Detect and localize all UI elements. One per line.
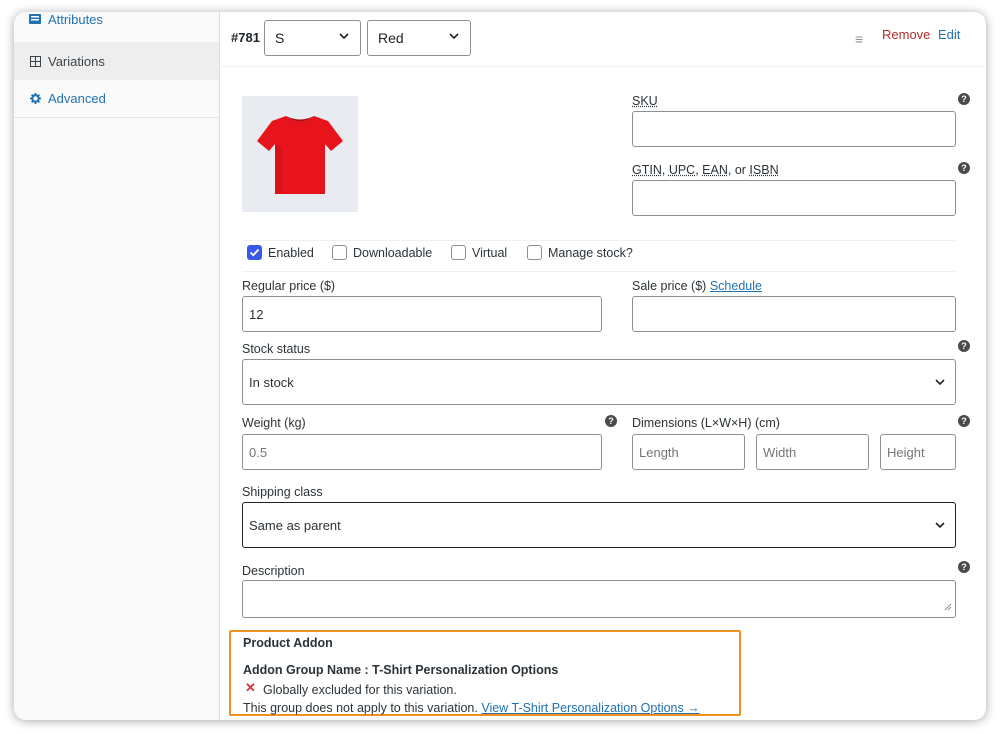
drag-handle-icon[interactable]: ≡ — [855, 31, 863, 47]
virtual-checkbox[interactable]: Virtual — [451, 245, 507, 260]
regular-price-input[interactable]: 12 — [242, 296, 602, 332]
variation-image[interactable] — [242, 96, 358, 212]
manage-stock-label: Manage stock? — [548, 245, 633, 260]
manage-stock-checkbox[interactable]: Manage stock? — [527, 245, 633, 260]
width-input[interactable]: Width — [756, 434, 869, 470]
weight-input[interactable]: 0.5 — [242, 434, 602, 470]
grid-icon — [28, 55, 42, 67]
addon-not-apply: This group does not apply to this variat… — [243, 701, 700, 715]
chevron-down-icon — [934, 519, 946, 531]
addon-group-name: Addon Group Name : T-Shirt Personalizati… — [243, 663, 559, 677]
size-select-value: S — [275, 30, 285, 46]
tab-advanced-label: Advanced — [48, 91, 106, 106]
stock-status-value: In stock — [249, 374, 294, 390]
shipping-class-label: Shipping class — [242, 485, 323, 499]
height-placeholder: Height — [887, 444, 925, 460]
addon-title: Product Addon — [243, 636, 333, 650]
color-select[interactable]: Red — [367, 20, 471, 56]
product-data-panel: Attributes Variations Advanced #781 S Re… — [14, 12, 986, 720]
view-addon-group-link[interactable]: View T-Shirt Personalization Options → — [481, 701, 699, 715]
divider — [242, 240, 955, 241]
edit-variation-link[interactable]: Edit — [938, 27, 960, 42]
variation-editor: #781 S Red ≡ Remove Edit SKU ? GTIN, UPC… — [219, 12, 986, 720]
width-placeholder: Width — [763, 444, 797, 460]
sku-label: SKU — [632, 94, 658, 108]
length-input[interactable]: Length — [632, 434, 745, 470]
checkbox-checked[interactable] — [247, 245, 262, 260]
size-select[interactable]: S — [264, 20, 361, 56]
addon-excluded-text: Globally excluded for this variation. — [263, 683, 457, 697]
sku-input[interactable] — [632, 111, 956, 147]
weight-label: Weight (kg) — [242, 416, 306, 430]
help-icon[interactable]: ? — [958, 162, 970, 174]
sale-price-label: Sale price ($) Schedule — [632, 279, 762, 293]
checkbox-unchecked[interactable] — [451, 245, 466, 260]
gear-icon — [28, 93, 42, 104]
color-select-value: Red — [378, 30, 404, 46]
downloadable-checkbox[interactable]: Downloadable — [332, 245, 432, 260]
chevron-down-icon — [934, 376, 946, 388]
virtual-label: Virtual — [472, 245, 508, 260]
help-icon[interactable]: ? — [958, 340, 970, 352]
weight-placeholder: 0.5 — [249, 444, 268, 460]
gtin-label: GTIN, UPC, EAN, or ISBN — [632, 163, 779, 177]
sale-price-input[interactable] — [632, 296, 956, 332]
shipping-class-value: Same as parent — [249, 517, 341, 533]
tab-advanced[interactable]: Advanced — [14, 80, 219, 118]
checkbox-unchecked[interactable] — [332, 245, 347, 260]
divider — [242, 271, 955, 272]
variation-id: #781 — [231, 30, 260, 45]
length-placeholder: Length — [639, 444, 679, 460]
variation-header: #781 S Red ≡ Remove Edit — [219, 12, 986, 67]
regular-price-value: 12 — [249, 306, 264, 322]
height-input[interactable]: Height — [880, 434, 956, 470]
tab-attributes[interactable]: Attributes — [14, 12, 219, 32]
shipping-class-select[interactable]: Same as parent — [242, 502, 956, 548]
description-label: Description — [242, 564, 305, 578]
regular-price-label: Regular price ($) — [242, 279, 336, 293]
tab-variations-label: Variations — [48, 53, 105, 69]
stock-status-select[interactable]: In stock — [242, 359, 956, 405]
resize-handle-icon[interactable] — [944, 599, 952, 614]
enabled-label: Enabled — [268, 245, 314, 260]
error-icon: ✕ — [245, 680, 256, 695]
schedule-link[interactable]: Schedule — [710, 279, 762, 293]
gtin-input[interactable] — [632, 180, 956, 216]
help-icon[interactable]: ? — [958, 561, 970, 573]
help-icon[interactable]: ? — [958, 415, 970, 427]
stock-status-label: Stock status — [242, 342, 311, 356]
chevron-down-icon — [448, 30, 460, 42]
dimensions-label: Dimensions (L×W×H) (cm) — [632, 416, 780, 430]
remove-variation-link[interactable]: Remove — [882, 27, 930, 42]
chevron-down-icon — [338, 30, 350, 42]
description-textarea[interactable] — [242, 580, 956, 618]
tab-variations[interactable]: Variations — [14, 42, 219, 80]
tab-attributes-label: Attributes — [48, 12, 103, 27]
downloadable-label: Downloadable — [353, 245, 433, 260]
product-addon-box: Product Addon Addon Group Name : T-Shirt… — [229, 630, 741, 716]
enabled-checkbox[interactable]: Enabled — [247, 245, 314, 260]
checkbox-unchecked[interactable] — [527, 245, 542, 260]
product-data-tabs: Attributes Variations Advanced — [14, 12, 220, 720]
tshirt-image — [257, 116, 343, 194]
list-icon — [28, 14, 42, 24]
help-icon[interactable]: ? — [958, 93, 970, 105]
help-icon[interactable]: ? — [605, 415, 617, 427]
